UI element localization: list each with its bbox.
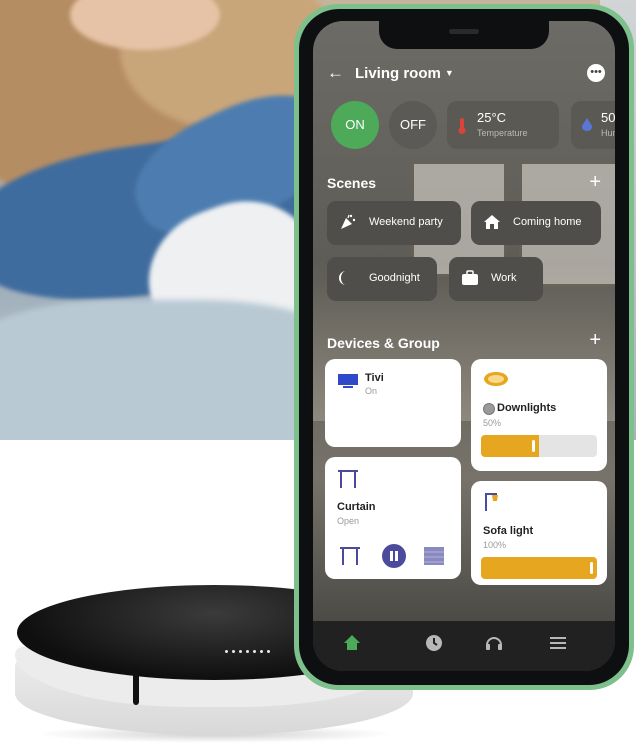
top-bar: ← Living room ▼ ••• (327, 63, 605, 85)
headphones-icon[interactable] (481, 633, 507, 659)
power-on-button[interactable]: ON (331, 101, 379, 149)
brightness-slider[interactable] (481, 557, 597, 579)
app-screen: ← Living room ▼ ••• ON OFF 25°C Temperatu… (313, 21, 615, 671)
scene-label: Weekend party (369, 216, 443, 228)
scene-work[interactable]: Work (449, 257, 543, 301)
clock-icon[interactable] (421, 633, 447, 659)
curtain-open-icon[interactable] (339, 545, 361, 572)
add-scene-button[interactable]: + (589, 171, 601, 194)
party-icon (339, 213, 357, 236)
briefcase-icon (461, 269, 479, 292)
brightness-slider-fill (481, 435, 539, 457)
home-icon (483, 213, 501, 236)
device-name: Downlights (497, 402, 557, 414)
device-card-curtain[interactable]: Curtain Open (325, 457, 461, 579)
hub-status-leds (225, 640, 285, 653)
menu-icon[interactable] (545, 633, 571, 659)
pause-icon[interactable] (381, 543, 407, 574)
smartphone: ← Living room ▼ ••• ON OFF 25°C Temperatu… (294, 4, 634, 690)
device-card-tivi[interactable]: Tivi On (325, 359, 461, 447)
bottom-nav-bar (313, 621, 615, 671)
humidity-label: Humidity (601, 128, 615, 138)
lamp-icon (483, 491, 501, 518)
downlight-icon (483, 371, 509, 392)
temperature-tile[interactable]: 25°C Temperature (447, 101, 559, 149)
brightness-slider-fill (481, 557, 597, 579)
humidity-icon (581, 117, 593, 136)
phone-notch (379, 21, 549, 49)
brightness-slider[interactable] (481, 435, 597, 457)
add-device-button[interactable]: + (589, 329, 601, 352)
power-toggle-icon[interactable] (483, 403, 495, 415)
scene-goodnight[interactable]: Goodnight (327, 257, 437, 301)
moon-icon (339, 269, 357, 292)
device-name: Sofa light (483, 525, 534, 537)
temperature-label: Temperature (477, 128, 528, 138)
scene-label: Goodnight (369, 272, 420, 284)
humidity-value: 50% (601, 110, 615, 125)
humidity-tile[interactable]: 50% Humidity (571, 101, 615, 149)
phone-bezel: ← Living room ▼ ••• ON OFF 25°C Temperatu… (299, 9, 629, 685)
chevron-down-icon: ▼ (444, 68, 454, 78)
device-card-downlights[interactable]: Downlights 50% (471, 359, 607, 471)
devices-heading: Devices & Group (327, 335, 440, 351)
temperature-value: 25°C (477, 110, 507, 125)
scene-label: Work (491, 272, 517, 284)
back-arrow-icon[interactable]: ← (327, 63, 344, 83)
more-options-icon[interactable]: ••• (587, 64, 605, 82)
scenes-heading: Scenes (327, 175, 377, 191)
device-state: Open (337, 516, 360, 526)
scene-coming-home[interactable]: Coming home (471, 201, 601, 245)
thermometer-icon (457, 117, 467, 140)
device-card-sofa-light[interactable]: Sofa light 100% (471, 481, 607, 585)
curtain-icon (337, 469, 359, 494)
hub-cable-line (133, 665, 139, 705)
room-name: Living room (355, 65, 441, 82)
power-off-button[interactable]: OFF (389, 101, 437, 149)
home-icon[interactable] (339, 633, 365, 659)
scene-weekend-party[interactable]: Weekend party (327, 201, 461, 245)
curtain-close-icon[interactable] (423, 545, 445, 572)
scene-label: Coming home (513, 216, 582, 228)
device-state: 50% (483, 418, 502, 428)
device-name: Curtain (337, 501, 376, 513)
room-selector[interactable]: Living room ▼ (355, 65, 454, 82)
device-name: Tivi (365, 372, 384, 384)
tv-icon (337, 373, 359, 394)
device-state: 100% (483, 540, 507, 550)
device-state: On (365, 386, 378, 396)
